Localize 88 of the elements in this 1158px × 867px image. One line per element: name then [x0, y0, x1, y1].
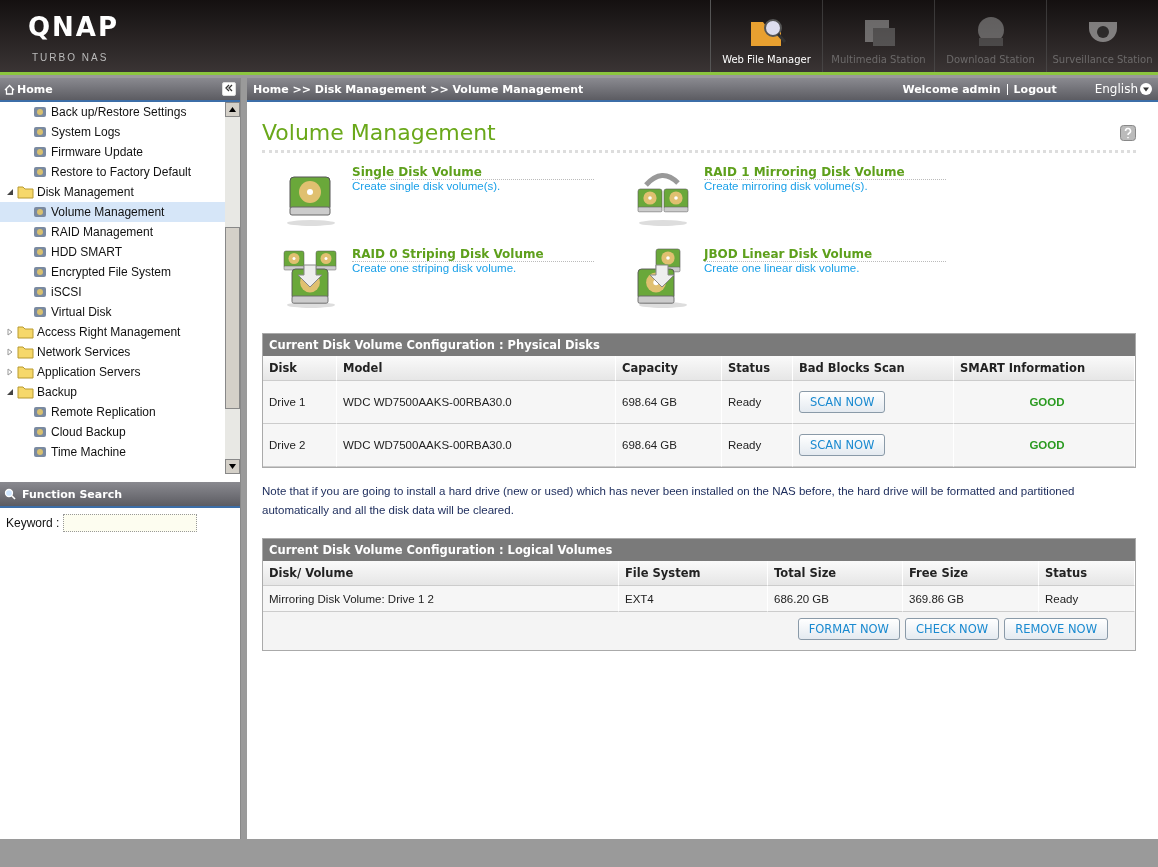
tree-item[interactable]: System Logs — [0, 122, 225, 142]
logo-subtitle: TURBO NAS — [31, 52, 110, 63]
table-cell: WDC WD7500AAKS-00RBA30.0 — [337, 381, 616, 424]
column-header: File System — [619, 561, 768, 586]
action-button[interactable]: FORMAT NOW — [797, 618, 900, 640]
folder-icon — [17, 185, 34, 199]
tree-folder[interactable]: Application Servers — [0, 362, 225, 382]
tree-folder[interactable]: Disk Management — [0, 182, 225, 202]
collapsed-arrow-icon[interactable] — [6, 348, 14, 356]
tree-item[interactable]: Restore to Factory Default — [0, 162, 225, 182]
expanded-arrow-icon[interactable] — [6, 388, 14, 396]
breadcrumb: Home >> Disk Management >> Volume Management — [253, 82, 584, 96]
action-button[interactable]: CHECK NOW — [904, 618, 1000, 640]
option-description: Create mirroring disk volume(s). — [704, 180, 869, 192]
tree-item[interactable]: Encrypted File System — [0, 262, 225, 282]
scroll-down-button[interactable] — [225, 459, 240, 474]
folder-icon — [17, 365, 34, 379]
table-cell: Drive 2 — [263, 424, 337, 467]
table-cell: Mirroring Disk Volume: Drive 1 2 — [263, 586, 619, 612]
table-cell: 686.20 GB — [768, 586, 903, 612]
expanded-arrow-icon[interactable] — [6, 188, 14, 196]
tree-item[interactable]: Back up/Restore Settings — [0, 102, 225, 122]
table-cell: Ready — [722, 381, 793, 424]
column-header: Status — [722, 356, 793, 381]
table-cell: Ready — [1039, 586, 1135, 612]
option-description: Create one striping disk volume. — [352, 262, 518, 274]
column-header: SMART Information — [954, 356, 1135, 381]
smart-status: GOOD — [1029, 396, 1065, 408]
tree-item[interactable]: HDD SMART — [0, 242, 225, 262]
home-link[interactable]: Home — [4, 82, 53, 96]
table-cell: Ready — [722, 424, 793, 467]
help-icon[interactable] — [1120, 124, 1136, 141]
scan-button[interactable]: SCAN NOW — [799, 391, 886, 413]
table-cell: Drive 1 — [263, 381, 337, 424]
search-title: Function Search — [22, 487, 122, 501]
column-header: Disk/ Volume — [263, 561, 619, 586]
app-launcher[interactable]: Web File Manager — [710, 0, 822, 72]
logo: QNAP — [28, 12, 120, 42]
tree-item[interactable]: Volume Management — [0, 202, 225, 222]
tree-item[interactable]: Cloud Backup — [0, 422, 225, 442]
column-header: Total Size — [768, 561, 903, 586]
page-title: Volume Management — [262, 120, 496, 145]
column-header: Disk — [263, 356, 337, 381]
tree-item[interactable]: Virtual Disk — [0, 302, 225, 322]
down-arrow-icon — [229, 464, 236, 469]
option-description: Create single disk volume(s). — [352, 180, 502, 192]
scroll-up-button[interactable] — [225, 102, 240, 117]
smart-status: GOOD — [1029, 439, 1065, 451]
table-cell: 369.86 GB — [903, 586, 1039, 612]
collapse-button[interactable] — [222, 82, 236, 96]
tree-item[interactable]: iSCSI — [0, 282, 225, 302]
column-header: Free Size — [903, 561, 1039, 586]
folder-icon — [17, 385, 34, 399]
welcome-text: Welcome admin — [902, 82, 1001, 96]
search-icon — [4, 488, 16, 500]
table-cell: EXT4 — [619, 586, 768, 612]
tree-item[interactable]: Firmware Update — [0, 142, 225, 162]
up-arrow-icon — [229, 107, 236, 112]
column-header: Capacity — [616, 356, 722, 381]
action-button[interactable]: REMOVE NOW — [1004, 618, 1108, 640]
tree-item[interactable]: RAID Management — [0, 222, 225, 242]
logout-link[interactable]: Logout — [1013, 82, 1057, 96]
tree-folder[interactable]: Network Services — [0, 342, 225, 362]
tree-folder[interactable]: Backup — [0, 382, 225, 402]
keyword-field[interactable] — [63, 514, 198, 532]
table-title: Current Disk Volume Configuration : Logical Volumes — [263, 539, 1135, 561]
tree-folder[interactable]: Access Right Management — [0, 322, 225, 342]
collapsed-arrow-icon[interactable] — [6, 328, 14, 336]
table-cell: 698.64 GB — [616, 424, 722, 467]
table-title: Current Disk Volume Configuration : Physical Disks — [263, 334, 1135, 356]
note-text: Note that if you are going to install a hard drive (new or used) which has never been installed on the NAS before, the hard drive will be formatted and partitioned automatically and all the disk data will be cleared. — [262, 484, 1076, 518]
tree-item[interactable]: Time Machine — [0, 442, 225, 462]
tree-item[interactable]: Remote Replication — [0, 402, 225, 422]
scrollbar[interactable] — [225, 102, 240, 474]
column-header: Status — [1039, 561, 1135, 586]
language-select[interactable]: English — [1094, 82, 1152, 96]
dropdown-icon — [1140, 83, 1152, 95]
option-description: Create one linear disk volume. — [704, 262, 861, 274]
table-cell: WDC WD7500AAKS-00RBA30.0 — [337, 424, 616, 467]
table-cell: 698.64 GB — [616, 381, 722, 424]
keyword-label: Keyword : — [6, 516, 60, 530]
scan-button[interactable]: SCAN NOW — [799, 434, 886, 456]
folder-icon — [17, 345, 34, 359]
home-icon — [4, 83, 15, 95]
collapsed-arrow-icon[interactable] — [6, 368, 14, 376]
folder-icon — [17, 325, 34, 339]
column-header: Bad Blocks Scan — [793, 356, 954, 381]
column-header: Model — [337, 356, 616, 381]
